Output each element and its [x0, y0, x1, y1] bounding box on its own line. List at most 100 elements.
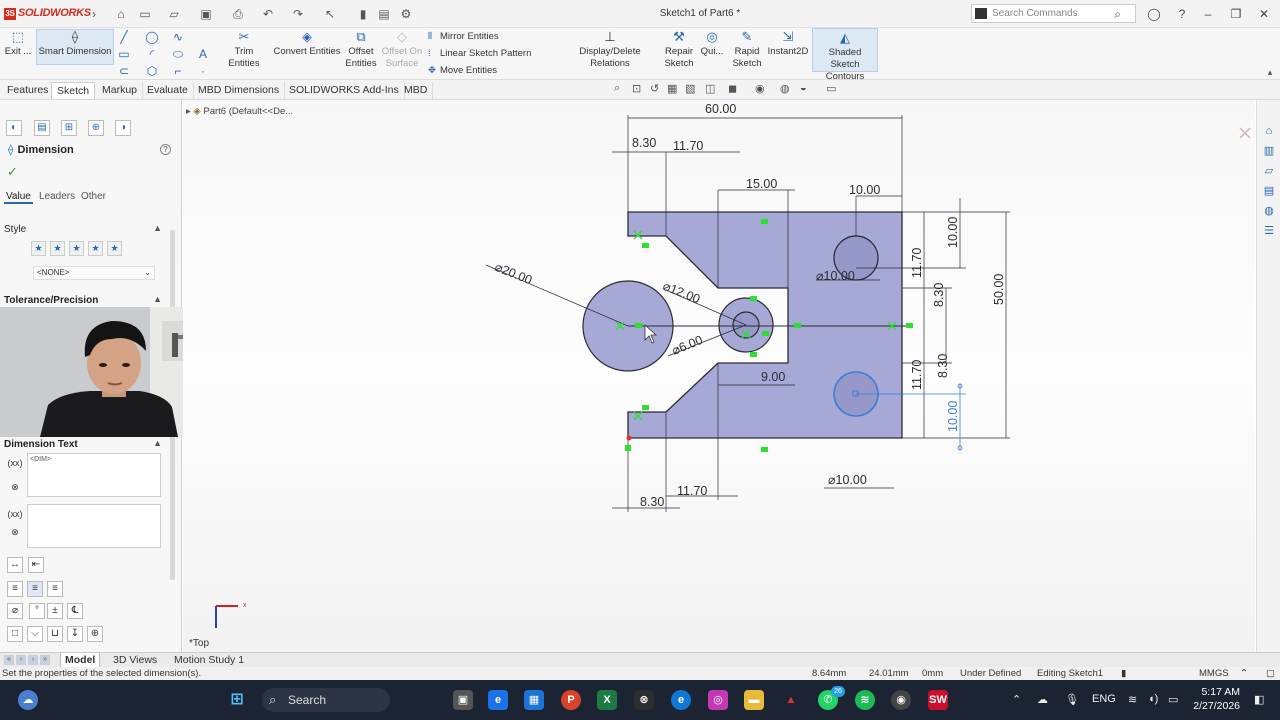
section-view-icon[interactable]: ▦: [667, 82, 677, 95]
dim-dia-12[interactable]: ⌀12.00: [661, 279, 702, 307]
battery-icon[interactable]: ▭: [1168, 693, 1178, 706]
delete-style-icon[interactable]: ★: [69, 241, 84, 256]
sketch-canvas[interactable]: 60.00 8.30 11.70 15.00 10.00 ⌀20.00 ⌀12.…: [183, 100, 1255, 652]
subtab-leaders[interactable]: Leaders: [37, 190, 77, 204]
last-tab-arrow-icon[interactable]: »: [40, 655, 50, 665]
dim-dia-6[interactable]: ⌀6.00: [670, 333, 705, 358]
user-account-icon[interactable]: ◯: [1146, 6, 1162, 22]
dimension-text-below[interactable]: [27, 504, 161, 548]
view-settings-icon[interactable]: ▭: [826, 82, 836, 95]
tab-markup[interactable]: Markup: [97, 82, 144, 99]
dim-bottom-8-30[interactable]: 8.30: [640, 495, 664, 509]
notifications-icon[interactable]: ◧: [1254, 693, 1264, 706]
collapse-caret-icon[interactable]: ▲: [153, 294, 162, 304]
convert-entities-button[interactable]: ◈ Convert Entities: [272, 30, 342, 58]
load-style-icon[interactable]: ★: [107, 241, 122, 256]
pdf-app-icon[interactable]: P: [561, 690, 581, 710]
feature-manager-icon[interactable]: ◐: [6, 120, 22, 136]
line-icon[interactable]: ╱: [117, 30, 131, 44]
degree-symbol-icon[interactable]: °: [29, 603, 45, 619]
dim-overall-height[interactable]: 50.00: [992, 274, 1006, 305]
display-manager-icon[interactable]: ◑: [115, 120, 131, 136]
link-icon[interactable]: ⊗: [6, 525, 24, 539]
close-button[interactable]: ✕: [1256, 6, 1272, 22]
taskbar-search[interactable]: ⌕ Search: [262, 688, 390, 712]
taskbar-clock[interactable]: 5:17 AM 2/27/2026: [1190, 685, 1240, 713]
smart-dimension-button[interactable]: ⟠ Smart Dimension: [36, 29, 114, 65]
view-orientation-icon[interactable]: ◫: [705, 82, 715, 95]
media-app-icon[interactable]: ◉: [891, 690, 911, 710]
subtab-other[interactable]: Other: [79, 190, 108, 204]
graphics-area[interactable]: ▸ ◈ Part6 (Default<<De... 60.00 8.30 11.…: [183, 100, 1255, 652]
plus-minus-icon[interactable]: ±: [47, 603, 63, 619]
arc-icon[interactable]: ◜: [145, 47, 159, 61]
hide-show-items-icon[interactable]: ◉: [755, 82, 765, 95]
rapid-sketch-button[interactable]: ✎ Rapid Sketch: [730, 30, 764, 70]
display-style-icon[interactable]: ◼: [728, 82, 737, 95]
edit-appearance-icon[interactable]: ◍: [780, 82, 790, 95]
zoom-to-fit-icon[interactable]: ⌕: [614, 82, 620, 95]
dim-top-15[interactable]: 15.00: [746, 177, 777, 191]
apply-scene-icon[interactable]: ◒: [800, 82, 807, 94]
dim-top-8-30[interactable]: 8.30: [632, 136, 656, 150]
arrow-inside-icon[interactable]: ↔: [7, 557, 23, 573]
variable-icon[interactable]: (xx): [6, 456, 24, 470]
dimension-text-header[interactable]: Dimension Text ▲: [4, 438, 164, 450]
acrobat-icon[interactable]: ▲: [781, 690, 801, 710]
apply-default-style-icon[interactable]: ★: [31, 241, 46, 256]
onedrive-icon[interactable]: ☁: [1037, 693, 1048, 706]
next-tab-arrow-icon[interactable]: ›: [28, 655, 38, 665]
align-left-icon[interactable]: ≡: [7, 581, 23, 597]
countersink-icon[interactable]: ⌵: [27, 626, 43, 642]
trim-entities-button[interactable]: ✂ Trim Entities: [218, 30, 270, 70]
instant2d-button[interactable]: ⇲ Instant2D: [766, 30, 810, 58]
file-explorer-icon[interactable]: ▬: [744, 690, 764, 710]
link-icon[interactable]: ⊗: [6, 480, 24, 494]
dim-bottom-11-70[interactable]: 11.70: [677, 484, 707, 498]
volume-icon[interactable]: ◖): [1148, 693, 1158, 705]
zoom-to-area-icon[interactable]: ⊡: [632, 82, 641, 95]
clipchamp-icon[interactable]: ◎: [708, 690, 728, 710]
move-entities-button[interactable]: ✥ Move Entities: [428, 65, 497, 77]
tab-mbd-dimensions[interactable]: MBD Dimensions: [193, 82, 286, 99]
wifi-icon[interactable]: ≋: [1128, 693, 1137, 706]
fillet-icon[interactable]: ⌐: [171, 64, 185, 78]
shaded-sketch-contours-button[interactable]: ◭ Shaded Sketch Contours: [812, 28, 878, 82]
show-hidden-icons[interactable]: ⌃: [1012, 693, 1021, 706]
chevron-up-icon[interactable]: ⌃: [1240, 667, 1248, 680]
save-style-icon[interactable]: ★: [88, 241, 103, 256]
centerline-icon[interactable]: ℄: [67, 603, 83, 619]
diameter-symbol-icon[interactable]: ⌀: [7, 603, 23, 619]
dim-overall-width[interactable]: 60.00: [705, 102, 736, 116]
depth-icon[interactable]: ↧: [67, 626, 83, 642]
origin-point[interactable]: [626, 435, 632, 441]
style-select[interactable]: <NONE> ⌄: [33, 266, 155, 280]
linear-sketch-pattern-button[interactable]: ⁞ Linear Sketch Pattern: [428, 48, 531, 60]
tab-model[interactable]: Model: [60, 653, 101, 667]
unit-system[interactable]: MMGS: [1199, 667, 1229, 680]
configuration-manager-icon[interactable]: ⊞: [61, 120, 77, 136]
collapse-caret-icon[interactable]: ▲: [153, 438, 162, 448]
collapse-ribbon-icon[interactable]: ▴: [1264, 66, 1276, 78]
tab-solidworks-add-ins[interactable]: SOLIDWORKS Add-Ins: [284, 82, 405, 99]
search-icon[interactable]: ⌕: [1114, 6, 1121, 23]
spline-icon[interactable]: ∿: [171, 30, 185, 44]
first-tab-arrow-icon[interactable]: «: [4, 655, 14, 665]
language-indicator[interactable]: ENG: [1092, 693, 1116, 705]
variable-icon[interactable]: (xx): [6, 507, 24, 521]
tab-3d-views[interactable]: 3D Views: [109, 653, 161, 667]
store-icon[interactable]: ▦: [524, 690, 544, 710]
customize-icon[interactable]: ▢: [1266, 667, 1275, 680]
slot-icon[interactable]: ⊂: [117, 64, 131, 78]
mirror-entities-button[interactable]: ⫴ Mirror Entities: [428, 31, 499, 43]
solidworks-taskbar-icon[interactable]: SW: [928, 690, 948, 710]
dim-right-8-30-a[interactable]: 8.30: [932, 283, 946, 307]
ok-check-icon[interactable]: ✓: [7, 164, 18, 180]
arrow-outside-icon[interactable]: ⇤: [28, 557, 44, 573]
text-icon[interactable]: A: [196, 47, 210, 61]
align-center-icon[interactable]: ≡: [27, 581, 43, 597]
xbox-icon[interactable]: ⊗: [634, 690, 654, 710]
dim-right-8-30-b[interactable]: 8.30: [936, 354, 950, 378]
microphone-icon[interactable]: 🎙: [1065, 693, 1079, 706]
browser-icon[interactable]: e: [488, 690, 508, 710]
